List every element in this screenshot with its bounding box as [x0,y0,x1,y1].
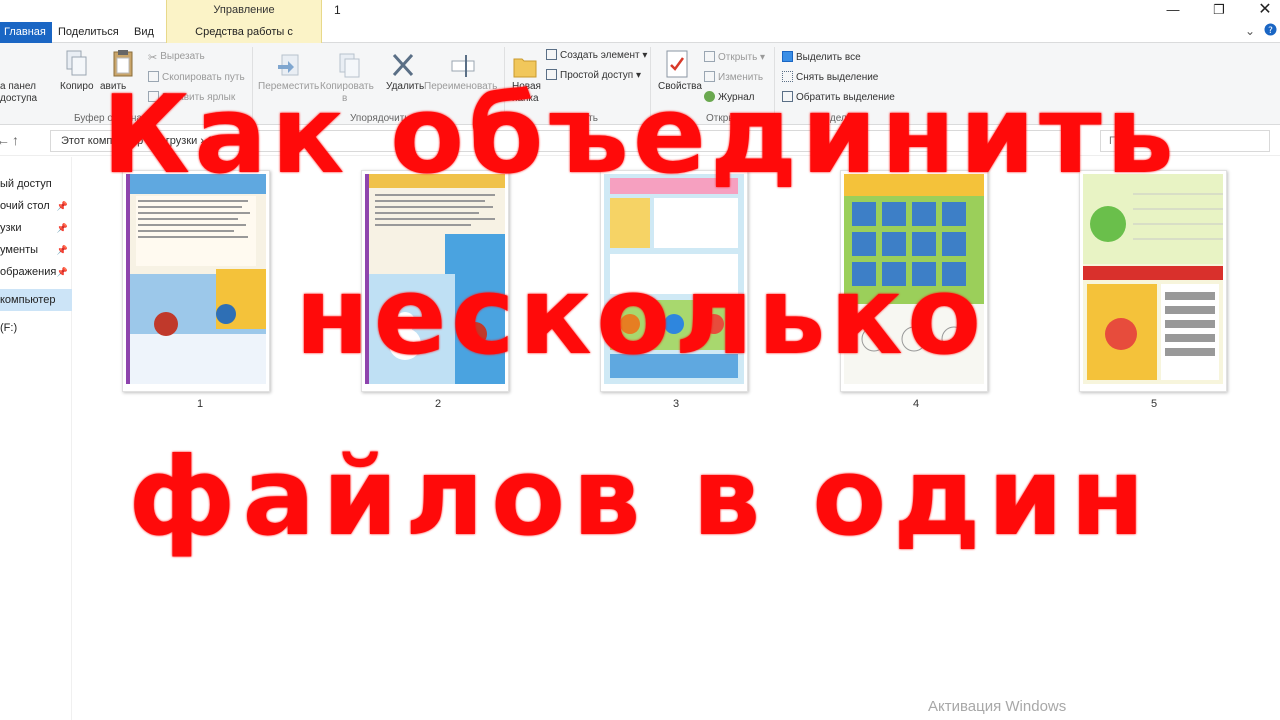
nav-desktop[interactable]: очий стол 📌 [0,195,72,217]
title-bar: Управление 1 — ❐ ✕ [0,0,1280,22]
navigation-pane: ый доступ очий стол 📌 узки 📌 ументы 📌 ображ… [0,157,72,720]
tab-picture-tools[interactable]: Средства работы с рисунками [166,22,322,58]
nav-downloads[interactable]: узки 📌 [0,217,72,239]
new-item-icon [546,49,557,60]
file-name: 1 [196,398,204,410]
file-name: 2 [434,398,442,410]
headline-line-2: несколько [294,254,986,379]
headline-line-1: Как объединить [101,73,1179,198]
window-title: 1 [334,3,341,17]
pin-icon: 📌 [56,223,68,233]
ribbon-tabs: Главная Поделиться Вид Средства работы с… [0,22,1280,58]
nav-desktop-label: очий стол [0,200,50,212]
open-button[interactable]: Открыть ▾ [704,51,765,63]
maximize-button[interactable]: ❐ [1196,0,1242,22]
ribbon-expand-icon[interactable]: ⌄ [1245,24,1255,38]
svg-text:?: ? [1268,26,1273,36]
open-icon [704,51,715,62]
nav-documents-label: ументы [0,244,39,256]
nav-downloads-label: узки [0,222,22,234]
select-all-icon [782,51,793,62]
nav-documents[interactable]: ументы 📌 [0,239,72,261]
tab-home[interactable]: Главная [0,22,52,43]
headline-line-3: файлов в один [128,435,1152,560]
file-name: 3 [672,398,680,410]
copy-icon [66,50,87,76]
file-name: 5 [1150,398,1158,410]
manage-context-tab[interactable]: Управление [166,0,322,22]
scissors-icon: ✂ [148,52,158,64]
cut-button[interactable]: ✂ Вырезать [148,51,205,64]
pin-icon: 📌 [56,245,68,255]
pin-icon: 📌 [56,201,68,211]
select-all-button[interactable]: Выделить все [782,51,861,63]
minimize-button[interactable]: — [1150,0,1196,22]
close-button[interactable]: ✕ [1242,0,1280,22]
file-name: 4 [912,398,920,410]
new-item-button[interactable]: Создать элемент ▾ [546,49,647,61]
file-explorer-screenshot: Управление 1 — ❐ ✕ Главная Поделиться Ви… [0,0,1280,720]
help-icon[interactable]: ? [1264,23,1277,39]
tab-share[interactable]: Поделиться [52,22,125,43]
tab-view[interactable]: Вид [128,22,160,43]
windows-activation-watermark: Активация Windows [928,698,1067,715]
